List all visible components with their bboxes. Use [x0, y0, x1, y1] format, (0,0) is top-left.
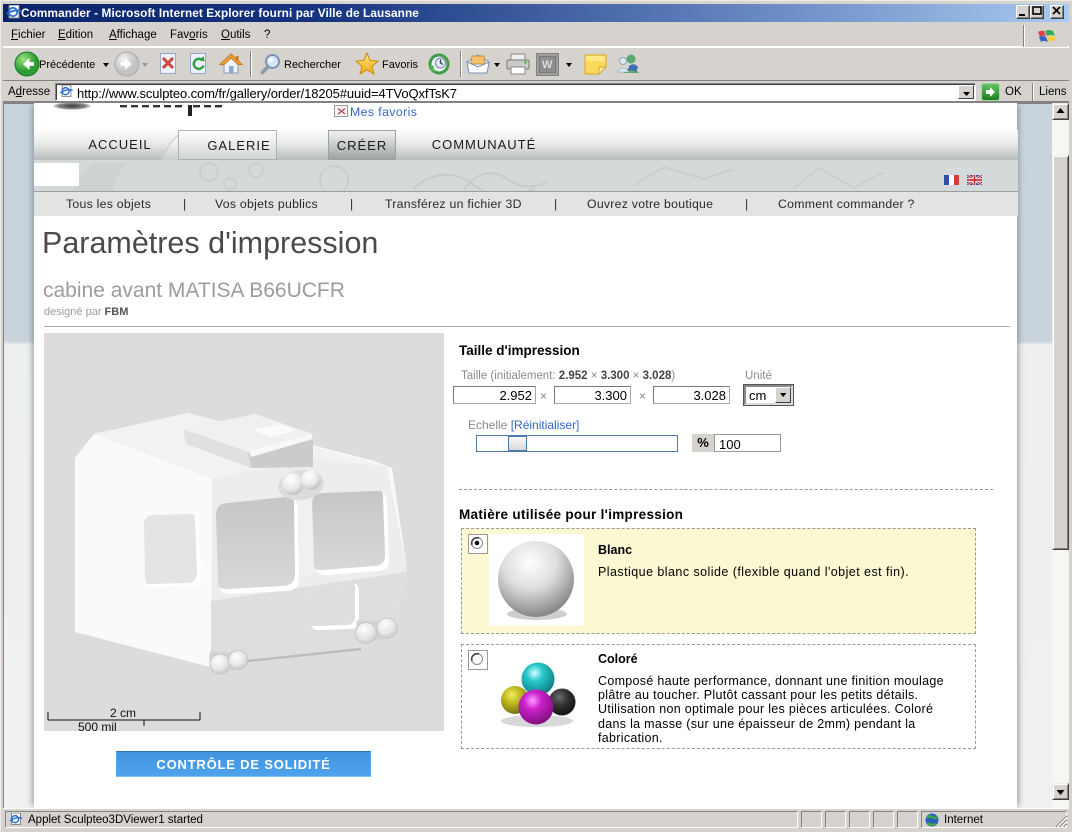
svg-text:2 cm: 2 cm — [110, 706, 136, 720]
svg-text:500 mil: 500 mil — [78, 720, 117, 734]
